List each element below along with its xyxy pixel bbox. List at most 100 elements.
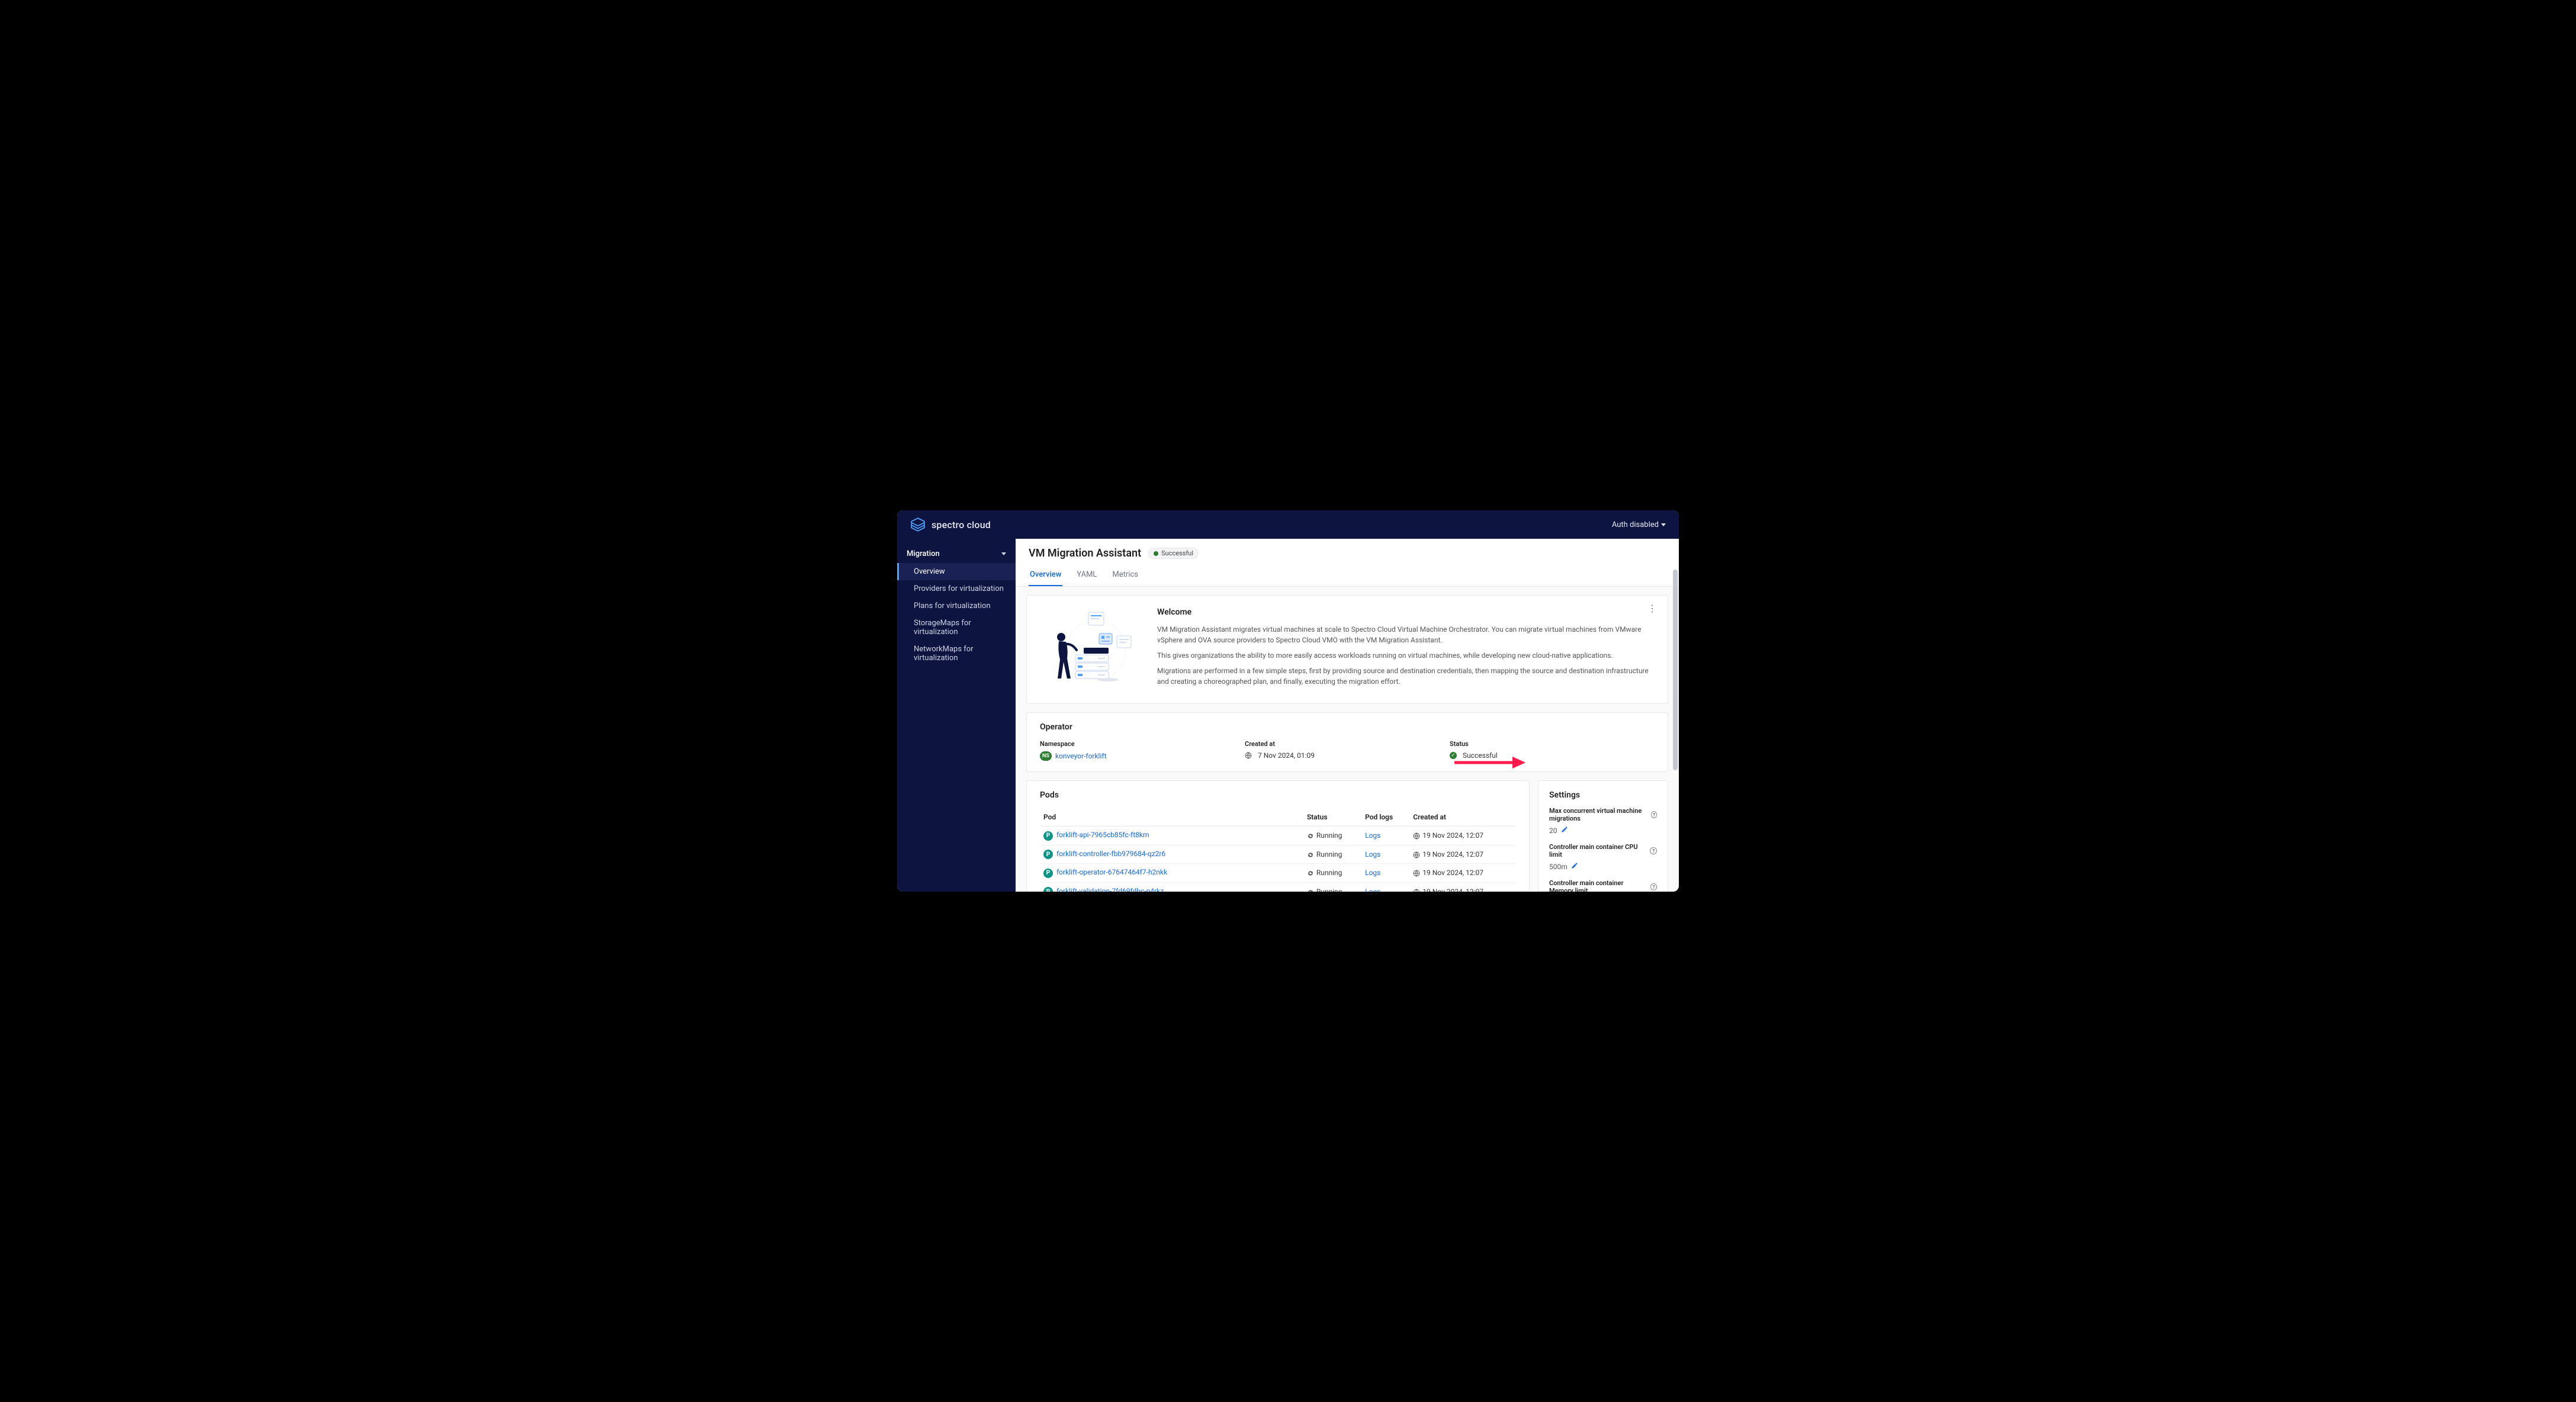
pod-logs-cell: Logs <box>1361 827 1409 845</box>
logs-link[interactable]: Logs <box>1365 831 1380 840</box>
setting-item: Controller main container Memory limit?8… <box>1549 879 1657 892</box>
edit-icon[interactable] <box>1561 826 1568 835</box>
pod-link[interactable]: forklift-controller-fbb979684-qz2r6 <box>1056 850 1165 858</box>
logs-link[interactable]: Logs <box>1365 850 1380 858</box>
sidebar-item-networkmaps[interactable]: NetworkMaps for virtualization <box>897 641 1016 667</box>
sidebar-item-label: StorageMaps for virtualization <box>914 619 971 636</box>
col-created: Created at <box>1409 808 1516 827</box>
main-content: VM Migration Assistant Successful Overvi… <box>1016 539 1679 892</box>
edit-icon[interactable] <box>1571 862 1578 871</box>
pod-created-cell: 19 Nov 2024, 12:07 <box>1409 845 1516 864</box>
page-title: VM Migration Assistant <box>1029 547 1141 559</box>
col-pod: Pod <box>1040 808 1303 827</box>
sync-icon <box>1307 889 1314 892</box>
logs-link[interactable]: Logs <box>1365 869 1380 877</box>
brand-logo-icon <box>910 517 926 532</box>
sidebar: Migration Overview Providers for virtual… <box>897 539 1016 892</box>
namespace-link[interactable]: konveyor-forklift <box>1055 752 1107 760</box>
pod-badge-icon: P <box>1043 831 1053 841</box>
help-icon[interactable]: ? <box>1651 811 1657 818</box>
help-icon[interactable]: ? <box>1650 847 1657 854</box>
pod-status: Running <box>1316 831 1342 840</box>
content-scroll[interactable]: VM Migration Assistant Successful Overvi… <box>1016 539 1679 892</box>
globe-icon <box>1245 752 1252 759</box>
op-label: Namespace <box>1040 740 1245 748</box>
sync-icon <box>1307 870 1314 877</box>
pod-status-cell: Running <box>1303 882 1361 892</box>
tab-metrics[interactable]: Metrics <box>1111 565 1139 586</box>
tab-overview[interactable]: Overview <box>1029 565 1062 586</box>
tabs: Overview YAML Metrics <box>1029 565 1666 586</box>
sidebar-item-plans[interactable]: Plans for virtualization <box>897 597 1016 615</box>
globe-icon <box>1413 870 1420 877</box>
op-label: Status <box>1450 740 1655 748</box>
sidebar-item-label: Overview <box>914 567 945 576</box>
sidebar-item-overview[interactable]: Overview <box>897 563 1016 580</box>
pods-table: Pod Status Pod logs Created at Pforklift… <box>1040 808 1516 892</box>
pod-badge-icon: P <box>1043 850 1053 859</box>
welcome-p2: This gives organizations the ability to … <box>1157 650 1655 661</box>
pod-status-cell: Running <box>1303 864 1361 883</box>
operator-status: Status ✓ Successful <box>1450 740 1655 761</box>
help-icon[interactable]: ? <box>1650 883 1657 890</box>
pod-created-cell: 19 Nov 2024, 12:07 <box>1409 864 1516 883</box>
pod-link[interactable]: forklift-validation-7fd69fdbc-n4rkz <box>1056 887 1164 892</box>
setting-item: Controller main container CPU limit?500m <box>1549 843 1657 871</box>
operator-namespace: Namespace NS konveyor-forklift <box>1040 740 1245 761</box>
setting-label: Max concurrent virtual machine migration… <box>1549 807 1657 822</box>
status-text: Successful <box>1161 549 1193 557</box>
setting-value-row: 20 <box>1549 826 1657 835</box>
pod-status: Running <box>1316 850 1342 858</box>
table-row: Pforklift-operator-67647464f7-h2nkk Runni… <box>1040 864 1516 883</box>
check-icon: ✓ <box>1450 752 1457 759</box>
operator-created: Created at 7 Nov 2024, 01:09 <box>1245 740 1450 761</box>
pods-settings-row: Pods Pod Status Pod logs Created at <box>1026 780 1668 892</box>
setting-label: Controller main container CPU limit? <box>1549 843 1657 858</box>
status-text: Successful <box>1463 751 1498 760</box>
pod-created: 19 Nov 2024, 12:07 <box>1422 869 1483 877</box>
setting-item: Max concurrent virtual machine migration… <box>1549 807 1657 835</box>
op-value: ✓ Successful <box>1450 751 1655 760</box>
kebab-menu-button[interactable]: ⋮ <box>1647 604 1657 613</box>
operator-heading: Operator <box>1040 722 1655 732</box>
body: Migration Overview Providers for virtual… <box>897 539 1679 892</box>
pod-link[interactable]: forklift-operator-67647464f7-h2nkk <box>1056 868 1167 876</box>
caret-down-icon <box>1661 523 1666 526</box>
auth-label: Auth disabled <box>1612 520 1659 529</box>
scrollbar[interactable] <box>1673 567 1678 890</box>
sidebar-group-migration[interactable]: Migration <box>897 545 1016 563</box>
sidebar-item-label: Providers for virtualization <box>914 584 1004 593</box>
globe-icon <box>1413 889 1420 892</box>
created-at: 7 Nov 2024, 01:09 <box>1258 751 1315 760</box>
brand-text: spectro cloud <box>932 519 991 530</box>
op-label: Created at <box>1245 740 1450 748</box>
tab-yaml[interactable]: YAML <box>1075 565 1098 586</box>
pod-status: Running <box>1316 887 1342 892</box>
sidebar-item-label: Plans for virtualization <box>914 602 991 610</box>
welcome-p1: VM Migration Assistant migrates virtual … <box>1157 624 1655 645</box>
setting-label: Controller main container Memory limit? <box>1549 879 1657 892</box>
pod-created-cell: 19 Nov 2024, 12:07 <box>1409 827 1516 845</box>
op-value: NS konveyor-forklift <box>1040 751 1245 761</box>
chevron-down-icon <box>1001 552 1006 555</box>
pod-name-cell: Pforklift-operator-67647464f7-h2nkk <box>1040 864 1303 883</box>
logs-link[interactable]: Logs <box>1365 887 1380 892</box>
pods-card: Pods Pod Status Pod logs Created at <box>1026 780 1530 892</box>
pods-heading: Pods <box>1040 790 1516 800</box>
pod-link[interactable]: forklift-api-7965cb85fc-ft8km <box>1056 831 1149 839</box>
table-row: Pforklift-api-7965cb85fc-ft8km Running Log… <box>1040 827 1516 845</box>
pod-name-cell: Pforklift-controller-fbb979684-qz2r6 <box>1040 845 1303 864</box>
table-row: Pforklift-validation-7fd69fdbc-n4rkzRunn… <box>1040 882 1516 892</box>
pod-status: Running <box>1316 869 1342 877</box>
sidebar-item-providers[interactable]: Providers for virtualization <box>897 580 1016 597</box>
welcome-illustration <box>1040 607 1141 684</box>
scrollbar-thumb[interactable] <box>1673 570 1678 770</box>
operator-card: Operator Namespace NS konveyor-forklift <box>1026 712 1668 772</box>
brand: spectro cloud <box>910 517 991 532</box>
sidebar-item-storagemaps[interactable]: StorageMaps for virtualization <box>897 615 1016 641</box>
welcome-heading: Welcome <box>1157 607 1655 617</box>
settings-card: Settings Max concurrent virtual machine … <box>1538 780 1668 892</box>
pod-badge-icon: P <box>1043 869 1053 878</box>
sidebar-group-label: Migration <box>907 549 940 558</box>
auth-menu[interactable]: Auth disabled <box>1612 520 1666 529</box>
